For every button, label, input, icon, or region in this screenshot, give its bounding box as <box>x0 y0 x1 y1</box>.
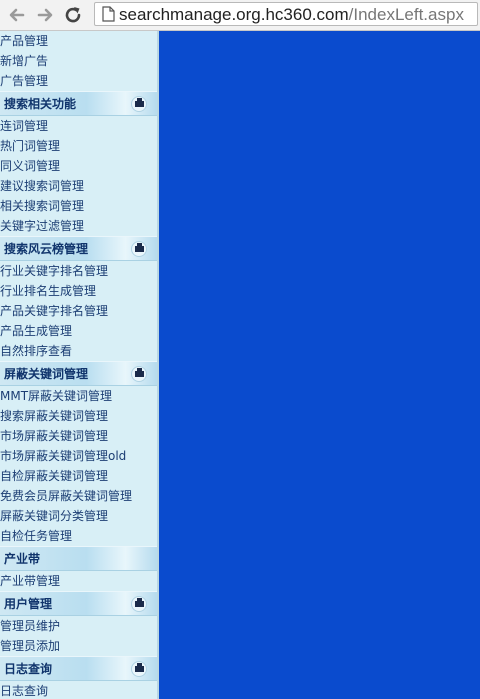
collapse-toggle-icon[interactable] <box>131 366 147 382</box>
section-title: 屏蔽关键词管理 <box>4 367 89 381</box>
section-title: 搜索相关功能 <box>4 97 77 111</box>
menu-item-link[interactable]: 关键字过滤管理 <box>0 216 157 236</box>
back-arrow-icon[interactable] <box>6 4 28 26</box>
menu-item-link[interactable]: 市场屏蔽关键词管理 <box>0 426 157 446</box>
url-text: searchmanage.org.hc360.com/IndexLeft.asp… <box>119 5 464 24</box>
menu-item-link[interactable]: 行业排名生成管理 <box>0 281 157 301</box>
menu-section-header[interactable]: 搜索相关功能 <box>0 91 157 116</box>
menu-item-link[interactable]: 日志查询 <box>0 681 157 699</box>
menu-item-link[interactable]: 市场屏蔽关键词管理old <box>0 446 157 466</box>
menu-item-link[interactable]: 管理员添加 <box>0 636 157 656</box>
menu-item-link[interactable]: 广告管理 <box>0 71 157 91</box>
section-title: 日志查询 <box>4 662 53 676</box>
url-host: searchmanage.org.hc360.com <box>119 5 349 24</box>
menu-item-link[interactable]: 建议搜索词管理 <box>0 176 157 196</box>
section-title: 产业带 <box>4 552 41 566</box>
menu-item-link[interactable]: 自检任务管理 <box>0 526 157 546</box>
forward-arrow-icon[interactable] <box>34 4 56 26</box>
browser-toolbar: searchmanage.org.hc360.com/IndexLeft.asp… <box>0 0 480 31</box>
page-icon <box>102 6 115 22</box>
collapse-toggle-icon[interactable] <box>131 96 147 112</box>
menu-section-header[interactable]: 用户管理 <box>0 591 157 616</box>
menu-section-header[interactable]: 日志查询 <box>0 656 157 681</box>
menu-item-link[interactable]: MMT屏蔽关键词管理 <box>0 386 157 406</box>
collapse-toggle-icon[interactable] <box>131 661 147 677</box>
collapse-toggle-icon[interactable] <box>131 241 147 257</box>
menu-item-link[interactable]: 自然排序查看 <box>0 341 157 361</box>
menu-item-link[interactable]: 同义词管理 <box>0 156 157 176</box>
menu-item-link[interactable]: 自检屏蔽关键词管理 <box>0 466 157 486</box>
main-content-frame <box>159 31 480 699</box>
menu-item-link[interactable]: 产品关键字排名管理 <box>0 301 157 321</box>
menu-section-header[interactable]: 屏蔽关键词管理 <box>0 361 157 386</box>
section-title: 搜索风云榜管理 <box>4 242 89 256</box>
collapse-toggle-icon[interactable] <box>131 596 147 612</box>
url-path: /IndexLeft.aspx <box>348 5 464 24</box>
menu-section-header[interactable]: 搜索风云榜管理 <box>0 236 157 261</box>
menu-item-link[interactable]: 产品管理 <box>0 31 157 51</box>
menu-section-header[interactable]: 产业带 <box>0 546 157 571</box>
menu-item-link[interactable]: 产品生成管理 <box>0 321 157 341</box>
menu-item-link[interactable]: 连词管理 <box>0 116 157 136</box>
left-menu-frame: 产品管理 新增广告 广告管理搜索相关功能连词管理 热门词管理 同义词管理 建议搜索词管理相… <box>0 31 157 699</box>
reload-icon[interactable] <box>62 4 84 26</box>
menu-item-link[interactable]: 新增广告 <box>0 51 157 71</box>
menu-item-link[interactable]: 免费会员屏蔽关键词管理 <box>0 486 157 506</box>
menu-item-link[interactable]: 热门词管理 <box>0 136 157 156</box>
address-bar[interactable]: searchmanage.org.hc360.com/IndexLeft.asp… <box>94 2 478 26</box>
menu-item-link[interactable]: 搜索屏蔽关键词管理 <box>0 406 157 426</box>
menu-item-link[interactable]: 行业关键字排名管理 <box>0 261 157 281</box>
menu-item-link[interactable]: 管理员维护 <box>0 616 157 636</box>
menu-item-link[interactable]: 相关搜索词管理 <box>0 196 157 216</box>
menu-item-link[interactable]: 产业带管理 <box>0 571 157 591</box>
menu-item-link[interactable]: 屏蔽关键词分类管理 <box>0 506 157 526</box>
section-title: 用户管理 <box>4 597 53 611</box>
